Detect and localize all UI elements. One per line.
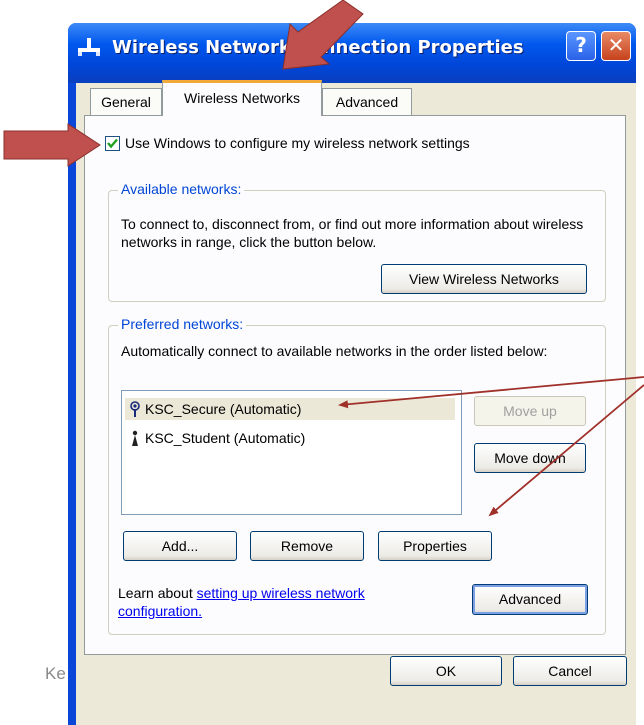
tab-advanced[interactable]: Advanced bbox=[322, 88, 412, 115]
help-button[interactable]: ? bbox=[566, 31, 596, 61]
preferred-networks-description: Automatically connect to available netwo… bbox=[121, 343, 548, 359]
properties-button[interactable]: Properties bbox=[378, 531, 492, 561]
view-wireless-networks-button[interactable]: View Wireless Networks bbox=[381, 264, 587, 294]
cancel-button[interactable]: Cancel bbox=[513, 656, 627, 686]
tab-general[interactable]: General bbox=[90, 88, 162, 115]
use-windows-checkbox[interactable] bbox=[105, 136, 120, 151]
use-windows-checkbox-label[interactable]: Use Windows to configure my wireless net… bbox=[125, 135, 470, 151]
advanced-button[interactable]: Advanced bbox=[472, 584, 588, 615]
window-title: Wireless Network Connection Properties bbox=[112, 37, 524, 58]
network-item-label: KSC_Secure (Automatic) bbox=[145, 401, 302, 417]
network-item-label: KSC_Student (Automatic) bbox=[145, 430, 306, 446]
wireless-antenna-icon bbox=[132, 430, 138, 446]
move-down-button[interactable]: Move down bbox=[474, 443, 586, 473]
network-connection-icon bbox=[78, 38, 100, 56]
move-up-button[interactable]: Move up bbox=[474, 396, 586, 426]
tab-wireless-networks[interactable]: Wireless Networks bbox=[162, 80, 322, 116]
checkmark-icon bbox=[107, 138, 118, 149]
add-button[interactable]: Add... bbox=[123, 531, 237, 561]
wireless-secure-icon bbox=[130, 401, 140, 417]
ok-button[interactable]: OK bbox=[390, 656, 502, 686]
watermark-text: Ke bbox=[45, 664, 66, 683]
close-button[interactable]: ✕ bbox=[601, 31, 631, 61]
learn-about-prefix: Learn about bbox=[118, 585, 197, 601]
remove-button[interactable]: Remove bbox=[250, 531, 364, 561]
available-networks-heading: Available networks: bbox=[118, 181, 245, 197]
learn-about-text: Learn about setting up wireless network … bbox=[118, 584, 438, 620]
available-networks-description: To connect to, disconnect from, or find … bbox=[121, 216, 584, 250]
network-item-ksc-student[interactable]: KSC_Student (Automatic) bbox=[125, 427, 455, 449]
network-item-ksc-secure[interactable]: KSC_Secure (Automatic) bbox=[125, 398, 455, 420]
preferred-networks-heading: Preferred networks: bbox=[118, 316, 247, 332]
